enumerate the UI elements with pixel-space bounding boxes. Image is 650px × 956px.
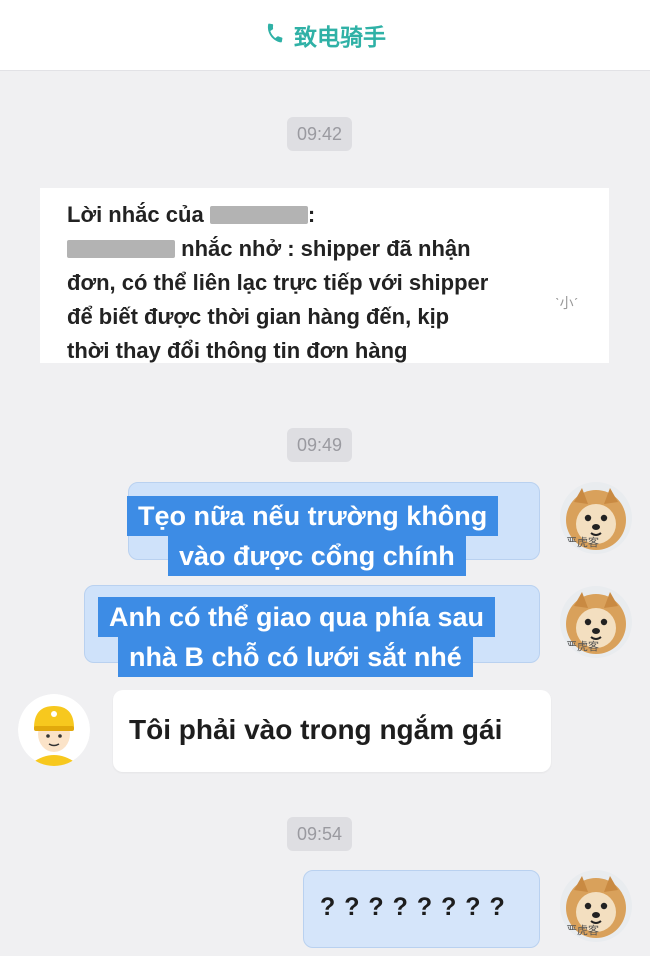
pomeranian-dog-avatar[interactable]: 严虎客 bbox=[560, 482, 632, 554]
message-text-line: vào được cổng chính bbox=[168, 536, 466, 576]
timestamp: 09:42 bbox=[287, 117, 353, 151]
message-text-line: Anh có thể giao qua phía sau bbox=[98, 597, 496, 637]
notice-line: đơn, có thể liên lạc trực tiếp với shipp… bbox=[67, 270, 489, 295]
call-rider-label: 致电骑手 bbox=[294, 25, 386, 51]
message-text: ? ? ? ? ? ? ? ? bbox=[320, 893, 506, 921]
redacted-name bbox=[209, 206, 308, 224]
notice-line: thời thay đổi thông tin đơn hàng bbox=[67, 338, 408, 363]
emoticon-decoration: ˋ小ˊ bbox=[555, 295, 579, 311]
message-text-line: nhà B chỗ có lưới sắt nhé bbox=[118, 637, 473, 677]
phone-icon bbox=[264, 22, 286, 49]
system-notice: Lời nhắc của : nhắc nhở : shipper đã nhậ… bbox=[40, 188, 609, 363]
avatar-caption: 严虎客 bbox=[566, 924, 599, 937]
top-bar: 致电骑手 bbox=[0, 0, 650, 71]
rider-helmet-avatar[interactable] bbox=[18, 694, 90, 766]
message-text: Tôi phải vào trong ngắm gái bbox=[129, 714, 503, 745]
notice-line: để biết được thời gian hàng đến, kịp bbox=[67, 304, 450, 329]
notice-line: nhắc nhở : shipper đã nhận bbox=[67, 232, 609, 266]
avatar-caption: 严虎客 bbox=[566, 640, 599, 653]
redacted-name bbox=[67, 240, 175, 258]
call-rider-button[interactable]: 致电骑手 bbox=[264, 18, 386, 52]
timestamp: 09:54 bbox=[287, 817, 353, 851]
avatar-caption: 严虎客 bbox=[566, 536, 599, 549]
pomeranian-dog-avatar[interactable]: 严虎客 bbox=[560, 870, 632, 942]
pomeranian-dog-avatar[interactable]: 严虎客 bbox=[560, 586, 632, 658]
timestamp: 09:49 bbox=[287, 428, 353, 462]
notice-line: Lời nhắc của : bbox=[67, 202, 316, 227]
message-text-line: Tẹo nữa nếu trường không bbox=[127, 496, 499, 536]
